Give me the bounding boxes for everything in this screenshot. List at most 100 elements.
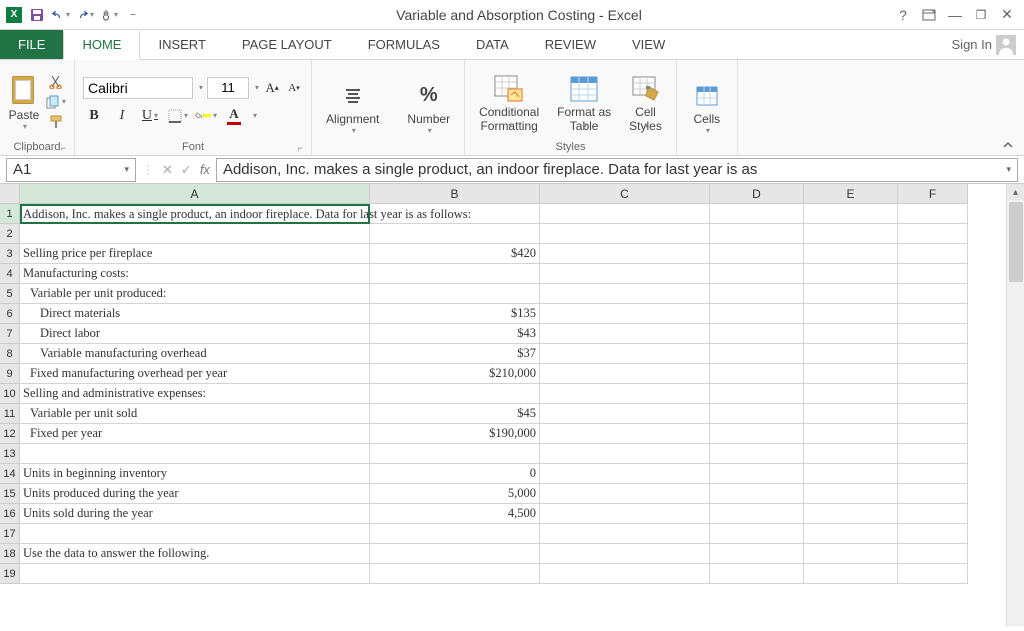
cell[interactable]: Direct labor — [20, 324, 370, 344]
tab-insert[interactable]: INSERT — [140, 30, 223, 59]
font-color-button[interactable]: A — [223, 105, 245, 127]
cell[interactable] — [898, 464, 968, 484]
row-header[interactable]: 3 — [0, 244, 20, 264]
cell[interactable] — [710, 484, 804, 504]
row-header[interactable]: 9 — [0, 364, 20, 384]
cell[interactable] — [370, 284, 540, 304]
increase-font-icon[interactable]: A▴ — [263, 79, 281, 97]
expand-formula-icon[interactable]: ▾ — [1006, 164, 1011, 175]
cell[interactable] — [20, 444, 370, 464]
column-header[interactable]: F — [898, 184, 968, 204]
cell[interactable] — [540, 404, 710, 424]
cell[interactable] — [804, 224, 898, 244]
column-header[interactable]: B — [370, 184, 540, 204]
cell[interactable]: $190,000 — [370, 424, 540, 444]
cell[interactable] — [370, 544, 540, 564]
dropdown-icon[interactable]: ▾ — [90, 10, 94, 19]
alignment-button[interactable]: Alignment ▾ — [320, 78, 385, 137]
row-header[interactable]: 4 — [0, 264, 20, 284]
tab-page-layout[interactable]: PAGE LAYOUT — [224, 30, 350, 59]
cell[interactable]: Manufacturing costs: — [20, 264, 370, 284]
cancel-formula-icon[interactable]: ✕ — [162, 162, 173, 178]
cells-button[interactable]: Cells ▾ — [685, 78, 729, 137]
copy-button[interactable]: ▾ — [46, 93, 66, 111]
cell[interactable]: Variable per unit produced: — [20, 284, 370, 304]
cell[interactable] — [540, 304, 710, 324]
dropdown-icon[interactable]: ▾ — [583, 121, 587, 130]
cell[interactable] — [540, 204, 710, 224]
cell[interactable]: Use the data to answer the following. — [20, 544, 370, 564]
row-header[interactable]: 17 — [0, 524, 20, 544]
cell[interactable]: $43 — [370, 324, 540, 344]
ribbon-display-options[interactable] — [922, 8, 936, 22]
customize-qat-icon[interactable]: ⎯ — [124, 6, 142, 24]
cell[interactable]: Selling and administrative expenses: — [20, 384, 370, 404]
cell[interactable] — [540, 384, 710, 404]
cell[interactable] — [804, 324, 898, 344]
row-header[interactable]: 14 — [0, 464, 20, 484]
tab-view[interactable]: VIEW — [614, 30, 683, 59]
cell[interactable] — [710, 324, 804, 344]
row-header[interactable]: 5 — [0, 284, 20, 304]
cell[interactable]: Direct materials — [20, 304, 370, 324]
cell[interactable] — [804, 384, 898, 404]
dialog-launcher-icon[interactable]: ⌐ — [61, 143, 66, 153]
cell[interactable] — [540, 284, 710, 304]
cut-button[interactable] — [46, 73, 66, 91]
dropdown-icon[interactable]: ▾ — [114, 10, 118, 19]
cell[interactable] — [710, 504, 804, 524]
cell[interactable] — [898, 404, 968, 424]
cell[interactable] — [804, 304, 898, 324]
cell[interactable] — [540, 524, 710, 544]
restore-button[interactable]: ❐ — [974, 8, 988, 22]
row-header[interactable]: 7 — [0, 324, 20, 344]
cell[interactable]: $210,000 — [370, 364, 540, 384]
collapse-ribbon-icon[interactable] — [992, 135, 1024, 155]
cell[interactable] — [804, 564, 898, 584]
help-button[interactable]: ? — [896, 8, 910, 22]
italic-button[interactable]: I — [111, 105, 133, 127]
cell[interactable] — [370, 524, 540, 544]
dropdown-icon[interactable]: ▾ — [62, 97, 66, 106]
cell[interactable] — [710, 544, 804, 564]
cell[interactable] — [540, 504, 710, 524]
cell[interactable] — [804, 504, 898, 524]
dropdown-icon[interactable]: ▾ — [706, 126, 710, 135]
excel-logo-icon[interactable]: X — [6, 7, 22, 23]
cell[interactable] — [710, 404, 804, 424]
bold-button[interactable]: B — [83, 105, 105, 127]
cell[interactable] — [540, 244, 710, 264]
name-box[interactable]: A1 ▾ — [6, 158, 136, 182]
dropdown-icon[interactable]: ▾ — [352, 126, 356, 135]
cell[interactable]: Addison, Inc. makes a single product, an… — [20, 204, 370, 224]
cell[interactable]: Variable per unit sold — [20, 404, 370, 424]
cell[interactable] — [710, 464, 804, 484]
row-header[interactable]: 16 — [0, 504, 20, 524]
scroll-thumb[interactable] — [1009, 202, 1023, 282]
cell[interactable] — [804, 464, 898, 484]
cell[interactable] — [804, 484, 898, 504]
cell[interactable]: Fixed manufacturing overhead per year — [20, 364, 370, 384]
formula-input[interactable]: Addison, Inc. makes a single product, an… — [216, 158, 1018, 182]
sign-in[interactable]: Sign In — [952, 30, 1024, 59]
fx-icon[interactable]: fx — [200, 162, 210, 177]
cell[interactable]: 4,500 — [370, 504, 540, 524]
cell[interactable] — [540, 344, 710, 364]
cell[interactable] — [710, 424, 804, 444]
cell[interactable]: Variable manufacturing overhead — [20, 344, 370, 364]
cell[interactable] — [710, 304, 804, 324]
cell[interactable]: Selling price per fireplace — [20, 244, 370, 264]
row-header[interactable]: 12 — [0, 424, 20, 444]
dropdown-icon[interactable]: ▾ — [199, 83, 203, 92]
column-header[interactable]: C — [540, 184, 710, 204]
dialog-launcher-icon[interactable]: ⌐ — [298, 143, 303, 153]
cell[interactable] — [898, 244, 968, 264]
cell[interactable] — [898, 484, 968, 504]
cell[interactable] — [804, 404, 898, 424]
cell[interactable] — [710, 284, 804, 304]
cell[interactable] — [898, 304, 968, 324]
cell-styles-button[interactable]: Cell Styles ▾ — [623, 71, 668, 133]
cell[interactable] — [370, 224, 540, 244]
cell[interactable] — [710, 344, 804, 364]
select-all-corner[interactable] — [0, 184, 20, 204]
